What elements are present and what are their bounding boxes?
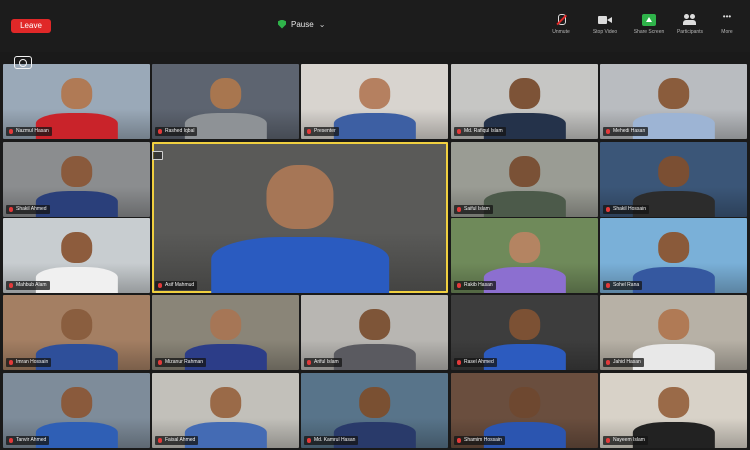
meeting-toolbar: Leave Pause ⌄ Unmute Stop Video Share Sc… bbox=[0, 0, 750, 52]
participants-label: Participants bbox=[676, 29, 704, 35]
participant-name-label: Mizanur Rahman bbox=[155, 358, 207, 367]
participant-figure bbox=[632, 227, 715, 293]
video-gallery: Nazmul Hasan Rashed Iqbal Presenter Md. Raf… bbox=[0, 62, 750, 450]
participant-video[interactable]: Rashed Iqbal bbox=[152, 64, 299, 139]
participant-name-label: Saiful Islam bbox=[454, 205, 493, 214]
participant-name-label: Mahbub Alam bbox=[6, 281, 50, 290]
share-screen-icon bbox=[642, 14, 656, 26]
unmute-label: Unmute bbox=[552, 29, 570, 35]
chevron-down-icon: ⌄ bbox=[318, 19, 326, 29]
participant-video[interactable]: Ariful Islam bbox=[301, 295, 448, 370]
participant-name-label: Shakil Hossain bbox=[603, 205, 650, 214]
mic-muted-icon bbox=[554, 14, 568, 26]
participant-video[interactable]: Sohel Rana bbox=[600, 218, 747, 293]
active-speaker-video[interactable]: Asif Mahmud bbox=[152, 142, 448, 293]
participant-name-label: Rashed Iqbal bbox=[155, 127, 198, 136]
gallery-view-icon[interactable] bbox=[152, 151, 163, 160]
participant-video[interactable]: Rasel Ahmed bbox=[451, 295, 598, 370]
participant-name-label: Shakil Ahmed bbox=[6, 205, 50, 214]
participant-video[interactable]: Mehedi Hasan bbox=[600, 64, 747, 139]
participant-figure bbox=[483, 227, 566, 293]
participants-button[interactable]: Participants bbox=[671, 14, 709, 40]
participant-video[interactable]: Rakib Hasan bbox=[451, 218, 598, 293]
participant-video[interactable]: Presenter bbox=[301, 64, 448, 139]
participant-video[interactable]: Nayeem Islam bbox=[600, 373, 747, 448]
participant-video[interactable]: Faisal Ahmed bbox=[152, 373, 299, 448]
stop-video-button[interactable]: Stop Video bbox=[586, 14, 624, 40]
participant-figure bbox=[483, 151, 566, 217]
participant-name-label: Tanvir Ahmed bbox=[6, 436, 50, 445]
participant-name-label: Presenter bbox=[304, 127, 339, 136]
participant-name-label: Rasel Ahmed bbox=[454, 358, 497, 367]
share-screen-button[interactable]: Share Screen bbox=[630, 14, 668, 40]
more-button[interactable]: More bbox=[708, 12, 746, 40]
participant-name-label: Shamim Hossain bbox=[454, 436, 505, 445]
participant-name-label: Asif Mahmud bbox=[155, 281, 198, 290]
video-camera-icon bbox=[598, 14, 612, 26]
participant-name-label: Jahid Hasan bbox=[603, 358, 644, 367]
camera-icon[interactable] bbox=[12, 52, 34, 70]
participants-icon bbox=[683, 14, 697, 26]
participant-video[interactable]: Imran Hossain bbox=[3, 295, 150, 370]
participant-video[interactable]: Shamim Hossain bbox=[451, 373, 598, 448]
participant-video[interactable]: Nazmul Hasan bbox=[3, 64, 150, 139]
participant-name-label: Md. Kamrul Hasan bbox=[304, 436, 359, 445]
participant-video[interactable]: Jahid Hasan bbox=[600, 295, 747, 370]
participant-video[interactable]: Mahbub Alam bbox=[3, 218, 150, 293]
participant-video[interactable]: Md. Rafiqul Islam bbox=[451, 64, 598, 139]
participant-video[interactable]: Tanvir Ahmed bbox=[3, 373, 150, 448]
participant-video[interactable]: Mizanur Rahman bbox=[152, 295, 299, 370]
more-label: More bbox=[721, 29, 733, 35]
participant-figure bbox=[211, 154, 389, 293]
participant-video[interactable]: Shakil Hossain bbox=[600, 142, 747, 217]
participant-name-label: Nazmul Hasan bbox=[6, 127, 52, 136]
participant-video[interactable]: Md. Kamrul Hasan bbox=[301, 373, 448, 448]
participant-video[interactable]: Shakil Ahmed bbox=[3, 142, 150, 217]
security-view-button[interactable]: Pause ⌄ bbox=[278, 16, 325, 32]
participant-figure bbox=[632, 304, 715, 370]
participant-name-label: Sohel Rana bbox=[603, 281, 643, 290]
unmute-button[interactable]: Unmute bbox=[542, 14, 580, 40]
participant-name-label: Nayeem Islam bbox=[603, 436, 648, 445]
leave-button[interactable]: Leave bbox=[11, 19, 51, 33]
participant-video[interactable]: Saiful Islam bbox=[451, 142, 598, 217]
participant-name-label: Imran Hossain bbox=[6, 358, 52, 367]
participant-name-label: Rakib Hasan bbox=[454, 281, 496, 290]
participant-figure bbox=[333, 304, 416, 370]
shield-icon bbox=[278, 19, 286, 29]
participant-name-label: Md. Rafiqul Islam bbox=[454, 127, 506, 136]
participant-name-label: Mehedi Hasan bbox=[603, 127, 649, 136]
participant-figure bbox=[333, 73, 416, 139]
participant-name-label: Faisal Ahmed bbox=[155, 436, 199, 445]
participant-name-label: Ariful Islam bbox=[304, 358, 342, 367]
share-screen-label: Share Screen bbox=[633, 29, 665, 35]
more-icon bbox=[720, 12, 734, 26]
view-label: Pause bbox=[291, 19, 314, 29]
stop-video-label: Stop Video bbox=[592, 29, 618, 35]
